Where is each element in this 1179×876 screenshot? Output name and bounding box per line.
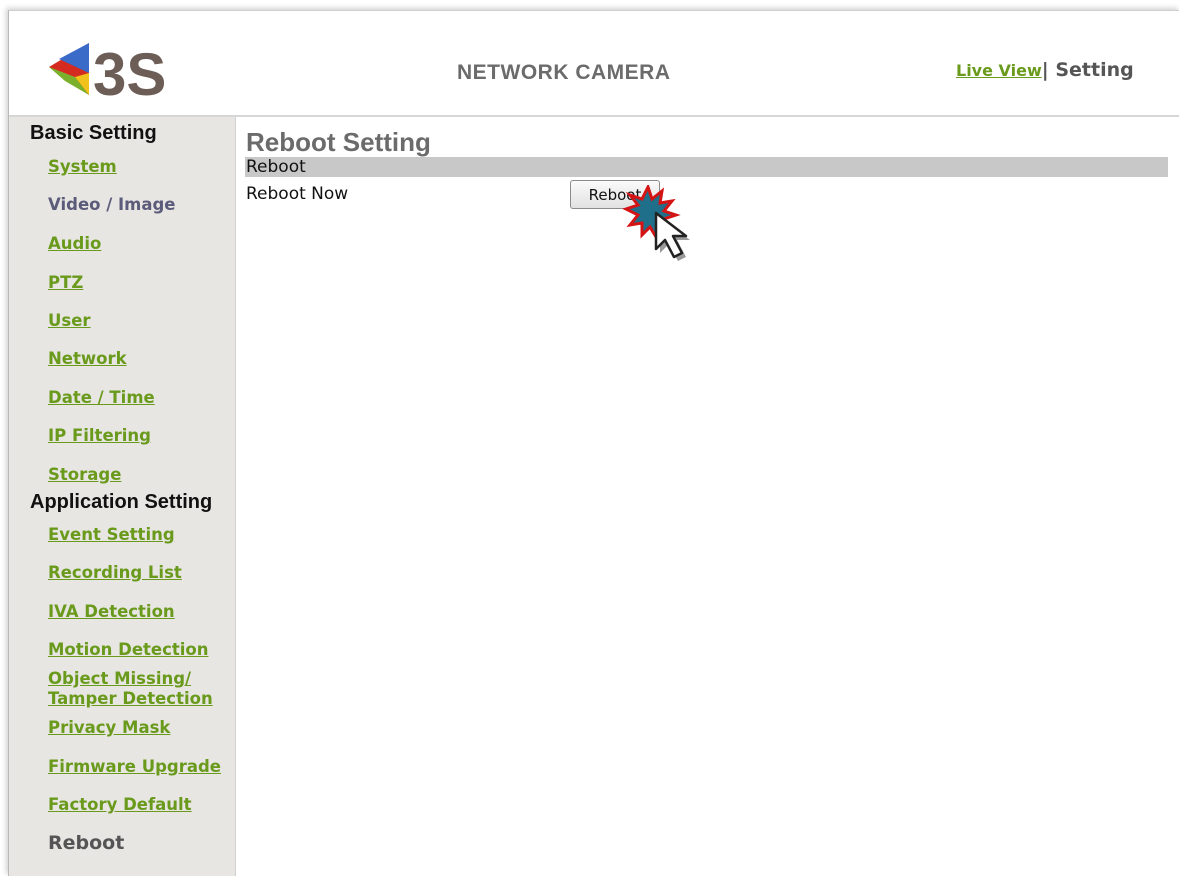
sidebar-item-firmware-upgrade[interactable]: Firmware Upgrade bbox=[48, 757, 221, 777]
sidebar-item-ptz[interactable]: PTZ bbox=[48, 273, 83, 293]
brand-logo: 3S bbox=[45, 25, 175, 108]
setting-link: Setting bbox=[1055, 59, 1134, 81]
sidebar-heading-basic: Basic Setting bbox=[30, 122, 157, 144]
sidebar-item-storage[interactable]: Storage bbox=[48, 465, 121, 485]
sidebar-item-object-missing[interactable]: Object Missing/ bbox=[48, 669, 191, 689]
sidebar-item-system[interactable]: System bbox=[48, 157, 117, 177]
sidebar-item-date-time[interactable]: Date / Time bbox=[48, 388, 155, 408]
sidebar-item-audio[interactable]: Audio bbox=[48, 234, 101, 254]
sidebar-item-network[interactable]: Network bbox=[48, 349, 127, 369]
page-frame: 3S NETWORK CAMERA Live View| Setting Bas… bbox=[8, 10, 1179, 876]
header: 3S NETWORK CAMERA Live View| Setting bbox=[9, 11, 1179, 117]
sidebar-item-recording-list[interactable]: Recording List bbox=[48, 563, 182, 583]
site-title: NETWORK CAMERA bbox=[457, 61, 671, 84]
sidebar-item-privacy-mask[interactable]: Privacy Mask bbox=[48, 718, 170, 738]
reboot-now-label: Reboot Now bbox=[246, 184, 349, 204]
page-title: Reboot Setting bbox=[246, 127, 431, 157]
top-nav: Live View| Setting bbox=[956, 59, 1134, 81]
main-content: Reboot Setting Reboot Reboot Now Reboot bbox=[235, 117, 1179, 876]
sidebar-heading-application: Application Setting bbox=[30, 491, 213, 513]
sidebar-item-ip-filtering[interactable]: IP Filtering bbox=[48, 426, 151, 446]
logo-text: 3S bbox=[93, 41, 166, 105]
sidebar-item-user[interactable]: User bbox=[48, 311, 91, 331]
section-header-label: Reboot bbox=[246, 157, 306, 177]
sidebar-item-iva-detection[interactable]: IVA Detection bbox=[48, 602, 175, 622]
live-view-link[interactable]: Live View bbox=[956, 61, 1042, 80]
section-header: Reboot bbox=[245, 157, 1168, 177]
reboot-button[interactable]: Reboot bbox=[570, 180, 660, 209]
sidebar: Basic Setting System Video / Image Audio… bbox=[9, 117, 236, 876]
sidebar-item-factory-default[interactable]: Factory Default bbox=[48, 795, 192, 815]
nav-separator: | bbox=[1041, 59, 1049, 81]
sidebar-item-event-setting[interactable]: Event Setting bbox=[48, 525, 175, 545]
sidebar-item-video-image[interactable]: Video / Image bbox=[48, 195, 175, 215]
sidebar-item-tamper-detection[interactable]: Tamper Detection bbox=[48, 689, 213, 709]
sidebar-item-motion-detection[interactable]: Motion Detection bbox=[48, 640, 209, 660]
sidebar-item-reboot: Reboot bbox=[48, 832, 125, 854]
